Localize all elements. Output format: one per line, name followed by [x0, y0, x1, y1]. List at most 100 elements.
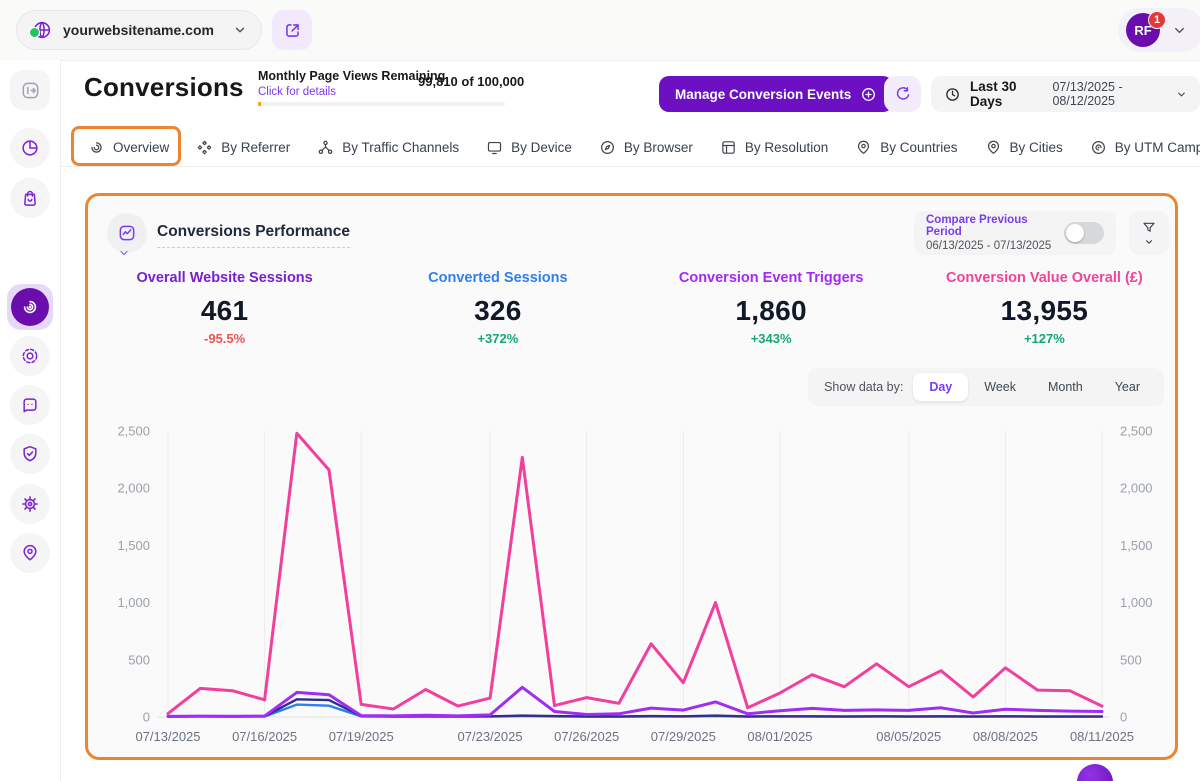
website-selector[interactable]: yourwebsitename.com	[16, 10, 262, 50]
tab-by-referrer[interactable]: By Referrer	[196, 139, 290, 156]
manage-conversion-events-button[interactable]: Manage Conversion Events	[659, 76, 893, 112]
sidebar-item-settings[interactable]	[10, 484, 50, 524]
granularity-year[interactable]: Year	[1099, 373, 1156, 401]
compare-range: 06/13/2025 - 07/13/2025	[926, 240, 1064, 252]
tab-by-traffic-channels[interactable]: By Traffic Channels	[317, 139, 459, 156]
metric-change: +127%	[908, 331, 1181, 346]
metric-label[interactable]: Overall Website Sessions	[88, 270, 361, 286]
conversions-line-chart[interactable]: 005005001,0001,0001,5001,5002,0002,0002,…	[98, 416, 1173, 751]
window-icon	[720, 139, 737, 156]
tab-by-device[interactable]: By Device	[486, 139, 572, 156]
x-tick: 07/26/2025	[554, 729, 619, 744]
granularity-selector: Show data by: Day Week Month Year	[808, 368, 1164, 406]
metric-change: +372%	[361, 331, 634, 346]
date-range-picker[interactable]: Last 30 Days 07/13/2025 - 08/12/2025	[931, 76, 1200, 112]
quota-value: 99,810 of 100,000	[418, 74, 524, 89]
conversions-spiral-icon	[11, 288, 49, 326]
granularity-day[interactable]: Day	[913, 373, 968, 401]
widget-title[interactable]: Conversions Performance	[157, 223, 350, 248]
sidebar-item-locations[interactable]	[10, 533, 50, 573]
metric-label[interactable]: Conversion Event Triggers	[635, 270, 908, 286]
metric-value: 13,955	[908, 295, 1181, 327]
sidebar	[0, 60, 61, 781]
tab-label: By UTM Campaign	[1115, 140, 1200, 155]
open-website-button[interactable]	[272, 10, 312, 50]
x-tick: 07/16/2025	[232, 729, 297, 744]
sidebar-item-security[interactable]	[10, 434, 50, 474]
pie-chart-icon	[20, 138, 40, 158]
sidebar-item-feedback[interactable]	[10, 385, 50, 425]
tab-label: By Resolution	[745, 140, 828, 155]
compass-icon	[599, 139, 616, 156]
external-link-icon	[283, 21, 302, 40]
website-globe-icon	[31, 19, 53, 41]
metric-label[interactable]: Converted Sessions	[361, 270, 634, 286]
compare-previous-period: Compare Previous Period 06/13/2025 - 07/…	[914, 211, 1116, 255]
granularity-month[interactable]: Month	[1032, 373, 1099, 401]
line-chart-icon	[117, 223, 137, 243]
clock-icon	[944, 86, 961, 103]
tab-label: By Countries	[880, 140, 957, 155]
metric-change: -95.5%	[88, 331, 361, 346]
sidebar-item-store[interactable]	[10, 178, 50, 218]
sidebar-item-conversions-active[interactable]	[7, 284, 53, 330]
refresh-button[interactable]	[884, 76, 921, 112]
y-tick-left: 1,500	[117, 538, 150, 553]
y-tick-left: 2,000	[117, 481, 150, 496]
quota-details-link[interactable]: Click for details	[258, 86, 336, 98]
series-line-conversion-event-triggers	[168, 687, 1102, 716]
online-status-dot	[29, 27, 40, 38]
tab-by-cities[interactable]: By Cities	[985, 139, 1063, 156]
shield-check-icon	[20, 444, 40, 464]
tab-label: By Browser	[624, 140, 693, 155]
x-tick: 07/29/2025	[651, 729, 716, 744]
referrer-icon	[196, 139, 213, 156]
x-tick: 08/08/2025	[973, 729, 1038, 744]
filter-button[interactable]	[1129, 211, 1169, 255]
y-tick-left: 0	[143, 710, 150, 725]
series-line-overall-website-sessions	[168, 699, 1102, 716]
tab-overview[interactable]: Overview	[88, 139, 169, 156]
tab-by-utm-campaign[interactable]: By UTM Campaign	[1090, 139, 1200, 156]
network-icon	[317, 139, 334, 156]
gear-icon	[20, 494, 40, 514]
y-tick-right: 1,500	[1120, 538, 1153, 553]
tab-by-browser[interactable]: By Browser	[599, 139, 693, 156]
granularity-week[interactable]: Week	[968, 373, 1032, 401]
date-preset-label: Last 30 Days	[970, 79, 1043, 109]
collapse-panel-icon	[20, 80, 41, 101]
report-tabs: Overview By Referrer By Traffic Channels…	[88, 128, 1200, 166]
line-chart-svg: 005005001,0001,0001,5001,5002,0002,0002,…	[98, 416, 1173, 751]
manage-button-label: Manage Conversion Events	[675, 87, 851, 102]
notification-badge: 1	[1148, 11, 1166, 29]
refresh-icon	[894, 85, 912, 103]
metric-change: +343%	[635, 331, 908, 346]
chevron-down-icon	[1144, 237, 1154, 247]
user-menu[interactable]: RF 1	[1118, 8, 1200, 52]
map-pin-icon	[985, 139, 1002, 156]
x-tick: 08/11/2025	[1070, 729, 1134, 744]
tab-label: By Cities	[1010, 140, 1063, 155]
x-tick: 08/01/2025	[747, 729, 812, 744]
website-name: yourwebsitename.com	[63, 22, 223, 38]
y-tick-right: 2,000	[1120, 481, 1153, 496]
sidebar-item-session-recordings[interactable]	[10, 336, 50, 376]
sidebar-item-dashboard[interactable]	[10, 128, 50, 168]
tab-by-resolution[interactable]: By Resolution	[720, 139, 828, 156]
metric-label[interactable]: Conversion Value Overall (£)	[908, 270, 1181, 286]
tab-by-countries[interactable]: By Countries	[855, 139, 957, 156]
map-pin-icon	[20, 543, 40, 563]
metric-converted-sessions: Converted Sessions 326 +372%	[361, 270, 634, 346]
top-bar: yourwebsitename.com RF 1	[0, 0, 1200, 61]
chat-bubble-icon	[20, 395, 40, 415]
date-range-value: 07/13/2025 - 08/12/2025	[1052, 80, 1172, 108]
chat-fab[interactable]	[1077, 764, 1113, 781]
chevron-down-icon	[1176, 89, 1187, 100]
metric-conversion-value-overall: Conversion Value Overall (£) 13,955 +127…	[908, 270, 1181, 346]
sidebar-collapse-button[interactable]	[10, 70, 50, 110]
metric-conversion-event-triggers: Conversion Event Triggers 1,860 +343%	[635, 270, 908, 346]
y-tick-left: 500	[128, 652, 150, 667]
metric-overall-website-sessions: Overall Website Sessions 461 -95.5%	[88, 270, 361, 346]
compare-toggle[interactable]	[1064, 222, 1104, 244]
metric-value: 1,860	[635, 295, 908, 327]
